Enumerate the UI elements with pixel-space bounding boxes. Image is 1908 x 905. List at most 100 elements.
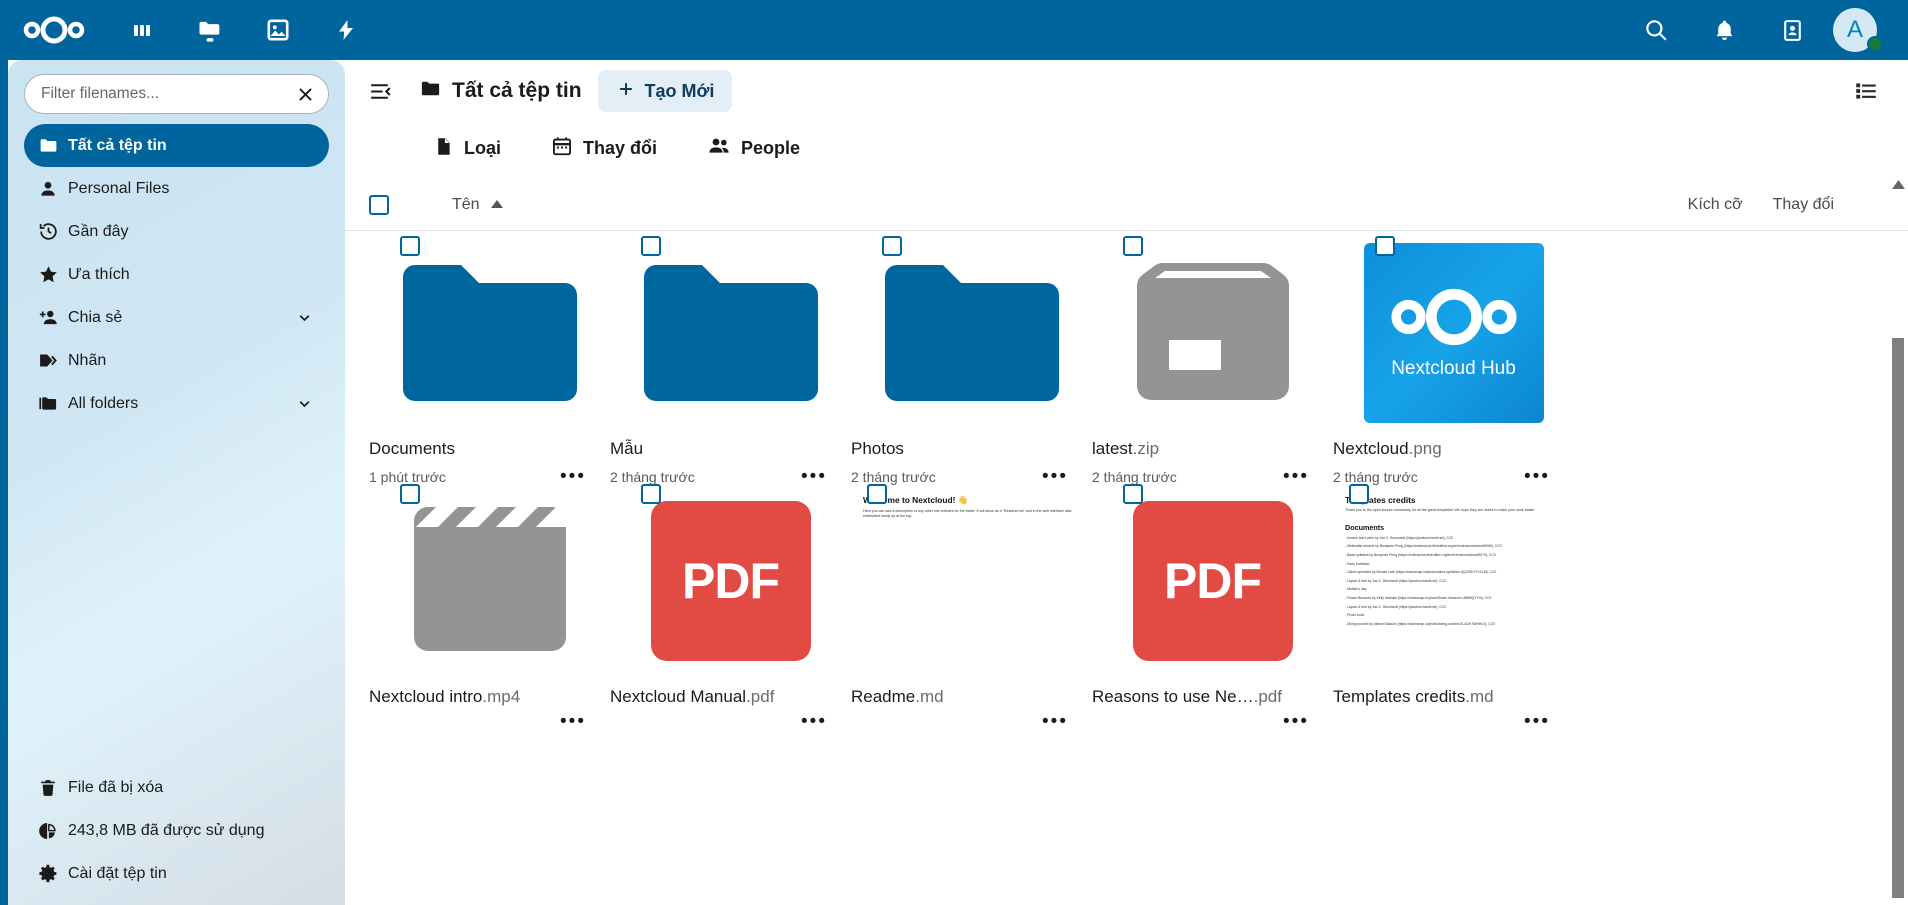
pdf-badge-label: PDF [682,553,780,609]
select-all-checkbox[interactable] [369,194,389,215]
sidebar-item-deleted-files[interactable]: File đã bị xóa [24,766,329,809]
sidebar-item-recent[interactable]: Gần đây [24,210,329,253]
file-tile[interactable]: PDF Reasons to use Ne….pdf ••• [1092,484,1333,731]
sidebar-item-personal-files[interactable]: Personal Files [24,167,329,210]
activity-icon[interactable] [312,0,380,60]
dashboard-icon[interactable] [108,0,176,60]
file-modified: 2 tháng trước [1333,469,1418,485]
markdown-preview-title: Welcome to Nextcloud! 👋 [863,495,969,505]
file-actions-menu-icon[interactable]: ••• [1524,712,1550,731]
scrollbar-thumb[interactable] [1892,338,1904,898]
file-actions-menu-icon[interactable]: ••• [1283,467,1309,486]
file-checkbox[interactable] [1349,484,1369,504]
sort-by-name-button[interactable]: Tên [452,196,504,214]
file-type-icon [433,136,454,162]
file-name: Nextcloud Manual.pdf [610,687,775,706]
gear-icon [38,863,68,884]
close-icon[interactable] [292,81,318,107]
markdown-preview-credit-line: - Layout & text by Jan C. Borchardt (htt… [1345,604,1447,609]
file-modified: 2 tháng trước [851,469,936,485]
file-actions-menu-icon[interactable]: ••• [801,467,827,486]
file-thumbnail [399,484,580,671]
sidebar-item-tags[interactable]: Nhãn [24,339,329,382]
vertical-scrollbar[interactable] [1890,178,1906,905]
contacts-icon[interactable] [1758,0,1826,60]
filter-chip-row: Loại Thay đổi People [345,122,1908,179]
file-thumbnail: Templates credits Thank you to the open … [1341,484,1566,671]
collapse-sidebar-icon[interactable] [359,70,401,112]
folder-icon [419,77,442,105]
sidebar-item-label: Chia sẻ [68,308,123,326]
star-icon [38,264,68,285]
markdown-preview: Templates credits Thank you to the open … [1341,491,1566,671]
file-actions-menu-icon[interactable]: ••• [560,467,586,486]
file-tile[interactable]: Welcome to Nextcloud! 👋 Here you can add… [851,484,1092,731]
column-header-modified[interactable]: Thay đổi [1773,196,1834,214]
chevron-down-icon[interactable] [293,395,315,412]
file-name: Mẫu [610,439,644,458]
file-checkbox[interactable] [881,236,902,256]
file-meta: 2 tháng trước ••• [610,467,851,486]
file-checkbox[interactable] [399,236,420,256]
sidebar-item-all-folders[interactable]: All folders [24,382,329,425]
sidebar-item-favorites[interactable]: Ưa thích [24,253,329,296]
plus-icon [616,79,636,104]
file-actions-menu-icon[interactable]: ••• [1042,467,1068,486]
sidebar-item-storage-usage[interactable]: 243,8 MB đã được sử dụng [24,809,329,852]
file-checkbox[interactable] [399,484,420,504]
file-tile[interactable]: Nextcloud intro.mp4 ••• [369,484,610,731]
file-checkbox[interactable] [640,236,661,256]
sidebar-item-shares[interactable]: Chia sẻ [24,296,329,339]
file-actions-menu-icon[interactable]: ••• [1283,712,1309,731]
files-icon[interactable] [176,0,244,60]
markdown-preview-credit-list: - Invoice and Letter by Jan C. Borchardt… [1345,536,1558,627]
filter-chip-type[interactable]: Loại [423,130,511,168]
search-icon[interactable] [1622,0,1690,60]
file-tile[interactable]: Nextcloud Hub Nextcloud.png 2 tháng trướ… [1333,236,1574,486]
file-checkbox[interactable] [867,484,887,504]
tag-icon [38,350,68,371]
file-thumbnail [399,236,580,423]
photos-icon[interactable] [244,0,312,60]
folder-icon [884,265,1059,401]
avatar[interactable]: A [1826,0,1884,60]
file-checkbox[interactable] [640,484,661,504]
new-button[interactable]: Tạo Mới [597,70,733,112]
nextcloud-logo[interactable] [0,0,108,60]
sidebar-item-label: File đã bị xóa [68,778,164,796]
file-tile[interactable]: Mẫu 2 tháng trước ••• [610,236,851,486]
file-tile[interactable]: Photos 2 tháng trước ••• [851,236,1092,486]
file-actions-menu-icon[interactable]: ••• [1042,712,1068,731]
pie-chart-icon [38,821,68,841]
filter-filenames-box[interactable] [24,74,329,114]
pdf-icon: PDF [1132,501,1293,661]
sidebar-item-files-settings[interactable]: Cài đặt tệp tin [24,852,329,895]
chevron-down-icon[interactable] [293,309,315,326]
file-checkbox[interactable] [1122,236,1143,256]
sidebar-item-all-files[interactable]: Tất cả tệp tin [24,124,329,167]
filter-chip-modified[interactable]: Thay đổi [541,129,667,168]
file-actions-menu-icon[interactable]: ••• [1524,467,1550,486]
markdown-preview-credit-line: - Flower Blossom by Kelly Ishmael (https… [1345,595,1492,600]
scroll-up-arrow-icon[interactable] [1890,178,1906,189]
list-view-icon[interactable] [1844,69,1888,113]
filter-chip-people[interactable]: People [697,128,810,169]
file-tile[interactable]: latest.zip 2 tháng trước ••• [1092,236,1333,486]
file-checkbox[interactable] [1122,484,1143,504]
main-header: Tất cả tệp tin Tạo Mới [345,60,1908,122]
notifications-bell-icon[interactable] [1690,0,1758,60]
filter-chip-label: Thay đổi [583,138,658,158]
markdown-preview: Welcome to Nextcloud! 👋 Here you can add… [859,491,1084,671]
breadcrumb[interactable]: Tất cả tệp tin [419,77,582,105]
markdown-preview-credit-line: - Party invitation: [1345,561,1371,566]
file-actions-menu-icon[interactable]: ••• [560,712,586,731]
file-tile[interactable]: Documents 1 phút trước ••• [369,236,610,486]
file-tile[interactable]: PDF Nextcloud Manual.pdf ••• [610,484,851,731]
file-actions-menu-icon[interactable]: ••• [801,712,827,731]
column-header-size[interactable]: Kích cỡ [1688,196,1743,214]
search-input[interactable] [41,85,292,103]
file-checkbox[interactable] [1374,236,1395,256]
archive-package-icon [1136,262,1289,400]
file-meta: 2 tháng trước ••• [851,467,1092,486]
file-tile[interactable]: Templates credits Thank you to the open … [1333,484,1574,731]
